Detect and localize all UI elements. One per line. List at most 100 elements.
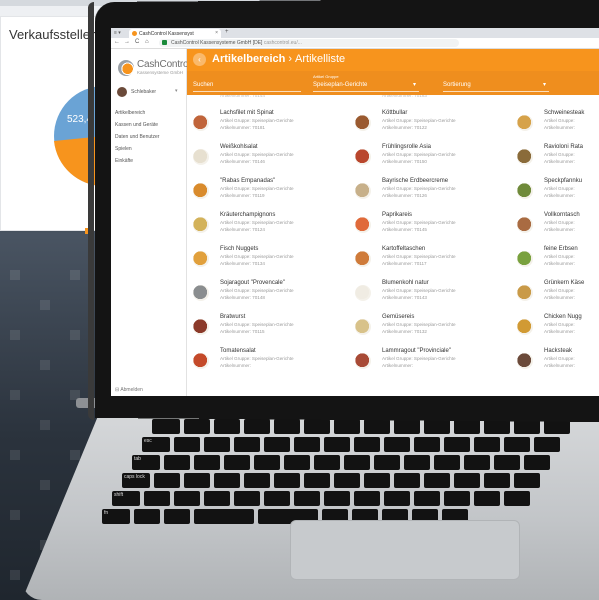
- list-item[interactable]: Hacksteak Artikel Gruppe: Artikelnummer:: [517, 345, 599, 383]
- list-item-number: Artikelnummer: 70146: [220, 159, 265, 164]
- list-item-number: Artikelnummer: 70148: [220, 295, 265, 300]
- chevron-down-icon[interactable]: ▾: [543, 81, 546, 88]
- list-item-group: Artikel Gruppe: Speiseplan-Gerichte: [220, 254, 294, 259]
- list-item[interactable]: Bratwurst Artikel Gruppe: Speiseplan-Geri…: [193, 311, 353, 349]
- keyboard-key: [414, 437, 440, 452]
- list-item[interactable]: "Rabas Empanadas" Artikel Gruppe: Speisep…: [193, 175, 353, 213]
- list-item[interactable]: Lachsfilet mit Spinat Artikel Gruppe: Spe…: [193, 107, 353, 145]
- list-item-group: Artikel Gruppe:: [544, 118, 575, 123]
- keyboard-key: [454, 419, 480, 434]
- search-underline: [193, 91, 301, 92]
- address-bar[interactable]: CashControl Kassensysteme GmbH [DE] cash…: [159, 39, 459, 47]
- home-icon[interactable]: ⌂: [145, 39, 149, 45]
- list-item-number: Artikelnummer: 70119: [220, 193, 265, 198]
- list-item-name: Weißkohlsalat: [220, 144, 258, 150]
- list-item-name: Chicken Nugg: [544, 314, 582, 320]
- sidebar-item[interactable]: Artikelbereich: [111, 107, 187, 119]
- forward-arrow-icon[interactable]: →: [124, 39, 130, 45]
- list-item-number: Artikelnummer:: [544, 159, 575, 164]
- sidebar-nav: Artikelbereich Kassen und Geräte Daten und…: [111, 107, 187, 167]
- dish-thumbnail: [193, 353, 209, 369]
- list-item[interactable]: Sojaragout "Provencale" Artikel Gruppe: S…: [193, 277, 353, 315]
- list-item-group: Artikel Gruppe:: [544, 356, 575, 361]
- list-item[interactable]: Frühlingsrolle Asia Artikel Gruppe: Speis…: [355, 141, 515, 179]
- dish-thumbnail: [193, 319, 209, 335]
- list-item-number: Artikelnummer: 70124: [220, 227, 265, 232]
- logout-button[interactable]: ⊟ Abmelden: [115, 387, 143, 393]
- list-item-name: Schweinesteak: [544, 110, 585, 116]
- back-arrow-icon[interactable]: ←: [114, 39, 120, 45]
- keyboard-key: [474, 491, 500, 506]
- user-menu[interactable]: Schlebaker ▾: [117, 87, 183, 99]
- keyboard-key: [264, 491, 290, 506]
- list-item[interactable]: Chicken Nugg Artikel Gruppe: Artikelnummer…: [517, 311, 599, 349]
- list-item[interactable]: Grünkern Käse Artikel Gruppe: Artikelnumme…: [517, 277, 599, 315]
- brand-logo[interactable]: CashControl Kassensysteme GmbH: [118, 57, 191, 79]
- list-item[interactable]: Köttbullar Artikel Gruppe: Speiseplan-Ger…: [355, 107, 515, 145]
- list-item[interactable]: Tomatensalat Artikel Gruppe: Speiseplan-G…: [193, 345, 353, 383]
- dish-thumbnail: [517, 285, 533, 301]
- dish-thumbnail: [355, 319, 371, 335]
- list-item[interactable]: Schweinesteak Artikel Gruppe: Artikelnumme…: [517, 107, 599, 145]
- list-item-group: Artikel Gruppe: Speiseplan-Gerichte: [382, 118, 456, 123]
- dish-thumbnail: [193, 115, 209, 131]
- keyboard-key: [484, 473, 510, 488]
- background-square: [10, 450, 20, 460]
- list-item-number: Artikelnummer: 70144: [220, 95, 265, 98]
- list-item[interactable]: Lammragout "Provinciale" Artikel Gruppe: …: [355, 345, 515, 383]
- dish-thumbnail: [193, 183, 209, 199]
- list-item[interactable]: Fisch Nuggets Artikel Gruppe: Speiseplan-…: [193, 243, 353, 281]
- keyboard-key: [334, 419, 360, 434]
- list-item-group: Artikel Gruppe:: [544, 254, 575, 259]
- list-item-number: Artikelnummer: 70126: [382, 193, 427, 198]
- dish-thumbnail: [517, 115, 533, 131]
- sidebar-item[interactable]: Kassen und Geräte: [111, 119, 187, 131]
- search-input[interactable]: Suchen: [193, 82, 213, 88]
- list-item[interactable]: Vollkorntasch Artikel Gruppe: Artikelnumme…: [517, 209, 599, 247]
- window-menu-icon[interactable]: ≡ ▾: [114, 30, 121, 36]
- list-item-number: Artikelnummer: 70150: [382, 159, 427, 164]
- keyboard-key: [394, 419, 420, 434]
- keyboard-key: esc: [142, 437, 170, 452]
- list-item[interactable]: feine Erbsen Artikel Gruppe: Artikelnummer…: [517, 243, 599, 281]
- lock-icon: [162, 40, 167, 45]
- dish-thumbnail: [193, 285, 209, 301]
- breadcrumb-section[interactable]: Artikelbereich: [212, 53, 285, 65]
- avatar: [117, 87, 127, 97]
- list-item[interactable]: Bayrische Erdbeercreme Artikel Gruppe: Sp…: [355, 175, 515, 213]
- reload-icon[interactable]: C: [135, 39, 139, 45]
- keyboard-key: [324, 491, 350, 506]
- keyboard-key: [274, 473, 300, 488]
- chevron-down-icon[interactable]: ▾: [413, 81, 416, 88]
- list-item[interactable]: Blumenkohl natur Artikel Gruppe: Speisepl…: [355, 277, 515, 315]
- list-item-name: Lachsfilet mit Spinat: [220, 110, 274, 116]
- chevron-down-icon: ▾: [175, 88, 178, 94]
- list-item[interactable]: Gemüsereis Artikel Gruppe: Speiseplan-Ger…: [355, 311, 515, 349]
- list-item-number: Artikelnummer: 70181: [220, 125, 265, 130]
- list-item[interactable]: Kräuterchampignons Artikel Gruppe: Speise…: [193, 209, 353, 247]
- list-item[interactable]: Ravioloni Rata Artikel Gruppe: Artikelnumm…: [517, 141, 599, 179]
- browser-toolbar: ← → C ⌂ CashControl Kassensysteme GmbH […: [111, 38, 599, 49]
- list-item[interactable]: Paprikareis Artikel Gruppe: Speiseplan-Ge…: [355, 209, 515, 247]
- list-item[interactable]: Kartoffeltaschen Artikel Gruppe: Speisepl…: [355, 243, 515, 281]
- sidebar-item[interactable]: Einkäfte: [111, 155, 187, 167]
- list-item-number: Artikelnummer: 70117: [382, 261, 427, 266]
- group-select[interactable]: Speiseplan-Gerichte: [313, 82, 367, 88]
- list-item[interactable]: Speckpfannku Artikel Gruppe: Artikelnummer…: [517, 175, 599, 213]
- sidebar-item[interactable]: Daten und Benutzer: [111, 131, 187, 143]
- list-item-name: "Rabas Empanadas": [220, 178, 276, 184]
- list-item-group: Artikel Gruppe:: [544, 322, 575, 327]
- dish-thumbnail: [517, 353, 533, 369]
- list-item-group: Artikel Gruppe: Speiseplan-Gerichte: [220, 220, 294, 225]
- new-tab-button[interactable]: +: [225, 29, 229, 35]
- list-item-number: Artikelnummer:: [544, 295, 575, 300]
- list-item-name: Tomatensalat: [220, 348, 256, 354]
- close-tab-icon[interactable]: ×: [215, 30, 218, 36]
- list-item-number: Artikelnummer: 70183: [382, 95, 427, 98]
- browser-tab[interactable]: CashControl Kassensyst ×: [129, 29, 221, 38]
- sidebar-item[interactable]: Spielen: [111, 143, 187, 155]
- back-button[interactable]: ‹: [193, 53, 206, 66]
- keyboard-key: [244, 419, 270, 434]
- sort-select[interactable]: Sortierung: [443, 82, 471, 88]
- list-item[interactable]: Weißkohlsalat Artikel Gruppe: Speiseplan-…: [193, 141, 353, 179]
